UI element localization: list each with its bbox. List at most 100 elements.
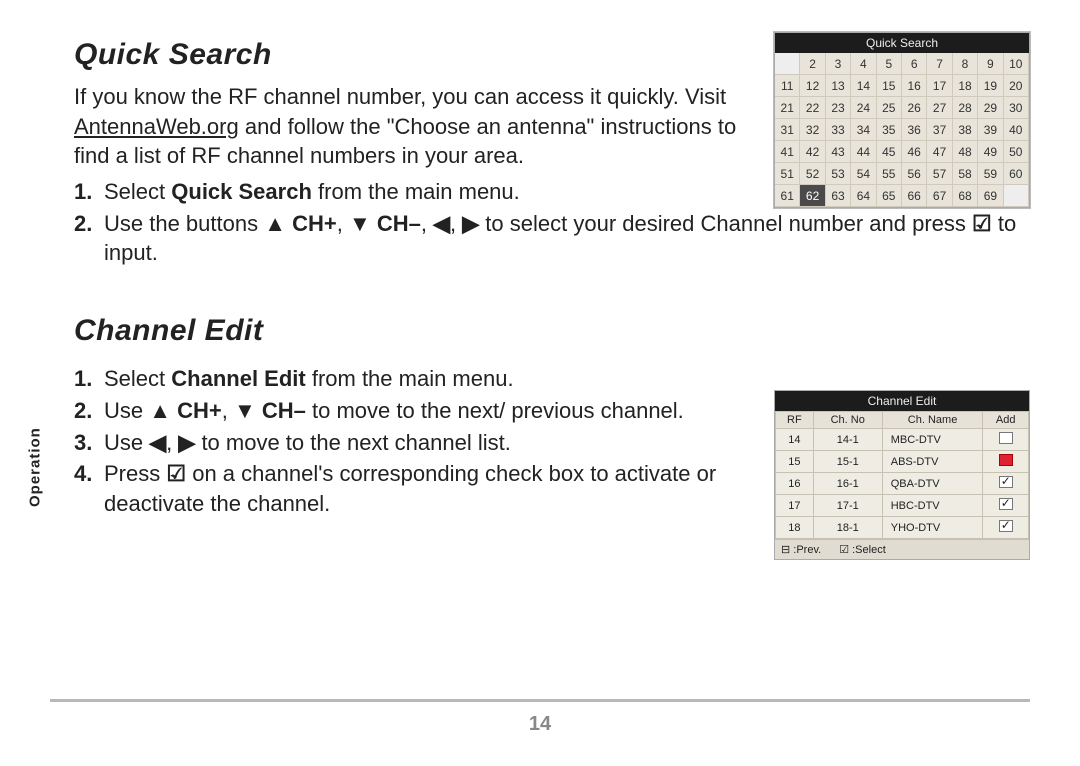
ce-step4-a: Press [104, 461, 166, 486]
channel-cell: 50 [1004, 141, 1029, 163]
channel-cell: 63 [826, 185, 851, 207]
left-arrow-icon: ◀ [149, 430, 166, 455]
checkbox-icon [999, 498, 1013, 510]
channel-cell: 54 [851, 163, 876, 185]
page-number: 14 [0, 713, 1080, 736]
col-rf: RF [776, 412, 814, 429]
cell-add [983, 429, 1029, 451]
cell-rf: 17 [776, 495, 814, 517]
channel-cell: 42 [800, 141, 825, 163]
channel-cell: 8 [953, 53, 978, 75]
channel-cell: 45 [877, 141, 902, 163]
channel-cell: 57 [927, 163, 952, 185]
channel-cell: 27 [927, 97, 952, 119]
channel-cell: 17 [927, 75, 952, 97]
sep: , [337, 211, 349, 236]
channel-cell: 49 [978, 141, 1003, 163]
channel-cell: 6 [902, 53, 927, 75]
sep: , [222, 398, 234, 423]
heading-channel-edit: Channel Edit [74, 314, 1030, 348]
checkbox-icon [999, 476, 1013, 488]
channel-cell: 26 [902, 97, 927, 119]
ce-step-1: Select Channel Edit from the main menu. [74, 364, 734, 394]
right-arrow-icon: ▶ [178, 430, 195, 455]
channel-cell: 61 [775, 185, 800, 207]
qs-step1-bold: Quick Search [171, 179, 312, 204]
cell-add [983, 495, 1029, 517]
channel-cell: 46 [902, 141, 927, 163]
figure-qs-header: Quick Search [775, 33, 1029, 53]
channel-cell: 62 [800, 185, 825, 207]
channel-cell: 16 [902, 75, 927, 97]
channel-cell: 48 [953, 141, 978, 163]
table-row: 1515-1ABS-DTV [776, 451, 1029, 473]
channel-cell: 69 [978, 185, 1003, 207]
cell-chname: HBC-DTV [882, 495, 983, 517]
channel-cell: 9 [978, 53, 1003, 75]
channel-number-grid: 2345678910111213141516171819202122232425… [775, 53, 1029, 207]
cell-chname: QBA-DTV [882, 473, 983, 495]
cell-chname: YHO-DTV [882, 517, 983, 539]
channel-cell: 58 [953, 163, 978, 185]
cell-add [983, 451, 1029, 473]
channel-cell: 4 [851, 53, 876, 75]
check-icon: ☑ [166, 461, 186, 486]
channel-cell: 47 [927, 141, 952, 163]
channel-cell: 28 [953, 97, 978, 119]
ch-plus-icon: ▲ CH+ [149, 398, 222, 423]
channel-cell: 14 [851, 75, 876, 97]
ch-minus-icon: ▼ CH– [234, 398, 306, 423]
cell-chno: 16-1 [813, 473, 882, 495]
channel-cell: 43 [826, 141, 851, 163]
figure-quick-search-grid: Quick Search 234567891011121314151617181… [774, 32, 1030, 208]
channel-cell: 13 [826, 75, 851, 97]
left-arrow-icon: ◀ [433, 211, 450, 236]
cell-chname: MBC-DTV [882, 429, 983, 451]
table-row: 1616-1QBA-DTV [776, 473, 1029, 495]
cell-rf: 16 [776, 473, 814, 495]
channel-cell: 5 [877, 53, 902, 75]
ce-step1-bold: Channel Edit [171, 366, 305, 391]
ce-step2-b: to move to the next/ previous channel. [306, 398, 684, 423]
channel-cell: 59 [978, 163, 1003, 185]
checkbox-icon [999, 432, 1013, 444]
qs-step1-b: from the main menu. [312, 179, 520, 204]
channel-cell: 7 [927, 53, 952, 75]
channel-cell: 30 [1004, 97, 1029, 119]
channel-cell: 3 [826, 53, 851, 75]
channel-cell: 41 [775, 141, 800, 163]
channel-cell: 65 [877, 185, 902, 207]
channel-cell: 18 [953, 75, 978, 97]
table-row: 1818-1YHO-DTV [776, 517, 1029, 539]
check-icon: ☑ [972, 211, 992, 236]
manual-page: Operation Quick Search If you know the R… [0, 0, 1080, 766]
channel-cell: 22 [800, 97, 825, 119]
cell-rf: 18 [776, 517, 814, 539]
channel-cell: 21 [775, 97, 800, 119]
channel-cell: 39 [978, 119, 1003, 141]
sep: , [421, 211, 433, 236]
ce-step2-a: Use [104, 398, 149, 423]
qs-step-2: Use the buttons ▲ CH+, ▼ CH–, ◀, ▶ to se… [74, 209, 1030, 268]
channel-cell: 37 [927, 119, 952, 141]
col-chname: Ch. Name [882, 412, 983, 429]
figure-channel-edit-table: Channel Edit RF Ch. No Ch. Name Add 1414… [774, 390, 1030, 560]
channel-cell: 35 [877, 119, 902, 141]
channel-cell: 55 [877, 163, 902, 185]
footer-rule [50, 699, 1030, 702]
checkbox-icon [999, 454, 1013, 466]
sep: , [450, 211, 462, 236]
antennaweb-link[interactable]: AntennaWeb.org [74, 114, 239, 139]
ce-step-2: Use ▲ CH+, ▼ CH– to move to the next/ pr… [74, 396, 734, 426]
col-chno: Ch. No [813, 412, 882, 429]
channel-cell: 11 [775, 75, 800, 97]
right-arrow-icon: ▶ [462, 211, 479, 236]
ce-step1-b: from the main menu. [306, 366, 514, 391]
qs-step2-a: Use the buttons [104, 211, 264, 236]
footer-select: :Select [839, 543, 886, 556]
channel-cell: 31 [775, 119, 800, 141]
channel-cell: 44 [851, 141, 876, 163]
figure-ce-footer: :Prev. :Select [775, 539, 1029, 559]
cell-add [983, 517, 1029, 539]
channel-cell: 56 [902, 163, 927, 185]
